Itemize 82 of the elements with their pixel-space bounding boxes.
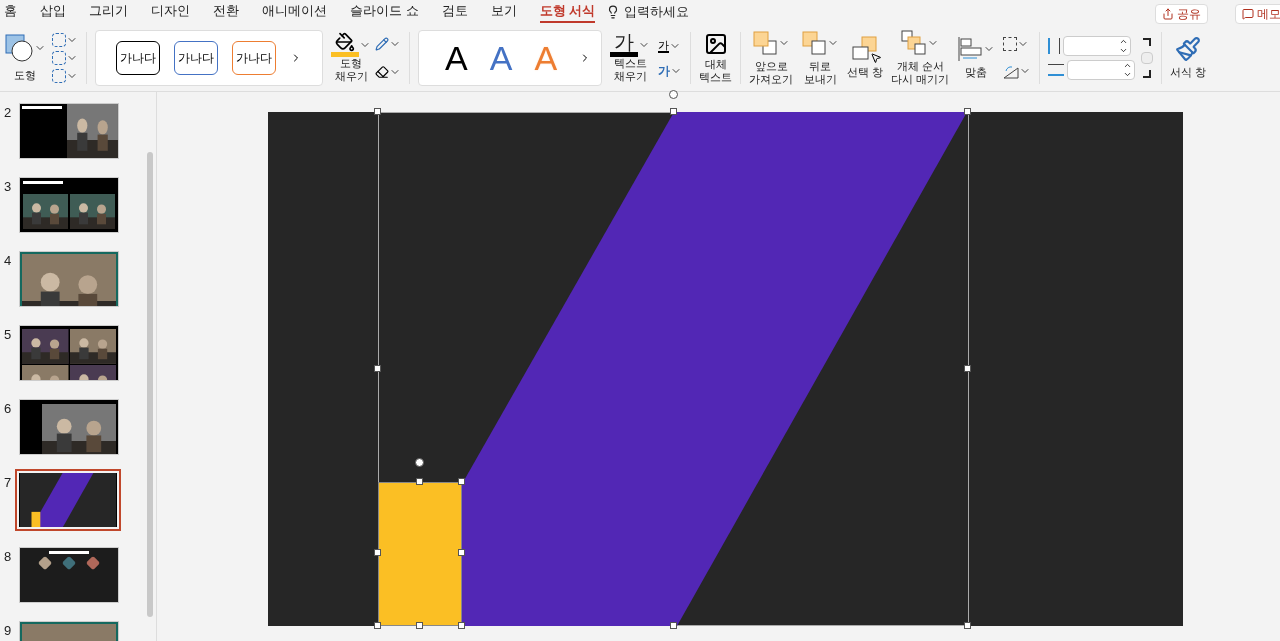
text-fill-label: 텍스트 채우기 bbox=[613, 57, 647, 83]
shape-tool-icon[interactable] bbox=[52, 50, 66, 65]
format-pane-icon[interactable] bbox=[1175, 36, 1202, 62]
ribbon-tab[interactable]: 애니메이션 bbox=[262, 1, 327, 23]
send-backward-icon[interactable] bbox=[801, 29, 828, 56]
comment-icon bbox=[1242, 8, 1254, 20]
slide-number: 7 bbox=[3, 474, 13, 492]
resize-handle[interactable] bbox=[964, 365, 971, 372]
text-effects-glyph[interactable]: 가 bbox=[658, 64, 671, 77]
slide-number: 9 bbox=[3, 622, 13, 640]
group-icon[interactable] bbox=[1003, 36, 1018, 51]
resize-handle[interactable] bbox=[458, 478, 465, 485]
slide-number: 2 bbox=[3, 104, 13, 122]
slide-number: 8 bbox=[3, 548, 13, 566]
wordart-style[interactable]: A bbox=[489, 40, 513, 75]
ribbon-tab[interactable]: 디자인 bbox=[151, 1, 190, 23]
resize-handle[interactable] bbox=[374, 549, 381, 556]
slide-number: 6 bbox=[3, 400, 13, 418]
shape-style[interactable]: 가나다 bbox=[116, 40, 160, 75]
resize-handle[interactable] bbox=[416, 622, 423, 629]
format-pane-label: 서식 창 bbox=[1170, 66, 1207, 79]
shapes-label: 도형 bbox=[14, 69, 36, 82]
bring-forward-icon[interactable] bbox=[752, 29, 779, 56]
ribbon-tab[interactable]: 검토 bbox=[441, 1, 468, 23]
resize-handle[interactable] bbox=[670, 108, 677, 115]
resize-handle[interactable] bbox=[458, 549, 465, 556]
resize-handle[interactable] bbox=[374, 622, 381, 629]
eraser-icon[interactable] bbox=[375, 64, 389, 79]
width-icon bbox=[1048, 63, 1065, 76]
title-bar bbox=[49, 551, 89, 554]
pencil-icon[interactable] bbox=[375, 36, 389, 51]
rotate-handle[interactable] bbox=[669, 90, 678, 99]
rotate-handle[interactable] bbox=[415, 458, 424, 467]
resize-handle[interactable] bbox=[374, 365, 381, 372]
resize-handle[interactable] bbox=[416, 478, 423, 485]
scrollbar-thumb[interactable] bbox=[147, 152, 153, 617]
shape-tool-icon[interactable] bbox=[52, 68, 66, 83]
resize-handle[interactable] bbox=[374, 108, 381, 115]
title-bar bbox=[22, 106, 62, 109]
arrange-label: 뒤로 보내기 bbox=[803, 59, 837, 86]
text-outline-glyph[interactable]: 가 bbox=[658, 38, 670, 53]
shape-fill-label: 도형 채우기 bbox=[334, 57, 368, 83]
pointer-icon bbox=[870, 52, 883, 64]
arrange-label: 앞으로 가져오기 bbox=[749, 59, 794, 86]
share-icon bbox=[1162, 8, 1174, 20]
reorder-icon[interactable] bbox=[901, 29, 928, 56]
arrange-label: 맞춤 bbox=[965, 66, 988, 79]
tell-me-field[interactable]: 입력하세요 bbox=[624, 2, 715, 22]
share-button[interactable]: 공유 bbox=[1155, 4, 1208, 24]
resize-handle[interactable] bbox=[964, 622, 971, 629]
lock-ratio-checkbox[interactable] bbox=[1141, 51, 1154, 64]
height-icon bbox=[1048, 37, 1061, 54]
width-field[interactable] bbox=[1067, 59, 1136, 80]
shape-tool-icon[interactable] bbox=[52, 32, 66, 47]
text-fill-glyph[interactable]: 가 bbox=[614, 32, 635, 52]
align-icon[interactable] bbox=[957, 36, 984, 62]
shape-style[interactable]: 가나다 bbox=[174, 40, 218, 75]
shapes-icon[interactable] bbox=[4, 33, 34, 63]
slide-number: 3 bbox=[3, 178, 13, 196]
wordart-style[interactable]: A bbox=[445, 40, 468, 75]
ribbon-tab[interactable]: 삽입 bbox=[40, 1, 66, 23]
shape-style[interactable]: 가나다 bbox=[232, 40, 276, 75]
paint-bucket-icon[interactable] bbox=[335, 32, 355, 52]
arrange-label: 선택 창 bbox=[847, 66, 884, 79]
height-field[interactable] bbox=[1063, 35, 1132, 56]
alt-text-label: 대체 텍스트 bbox=[699, 57, 733, 84]
ribbon-tab[interactable]: 보기 bbox=[490, 1, 517, 23]
slide-number: 4 bbox=[3, 252, 13, 270]
lock-ratio-corner bbox=[1143, 69, 1152, 78]
slide-number: 5 bbox=[3, 326, 13, 344]
resize-handle[interactable] bbox=[458, 622, 465, 629]
resize-handle[interactable] bbox=[670, 622, 677, 629]
resize-handle[interactable] bbox=[964, 108, 971, 115]
selection-pane-icon[interactable] bbox=[852, 36, 879, 62]
ribbon-tab[interactable]: 전환 bbox=[213, 1, 239, 23]
lock-ratio-corner bbox=[1143, 37, 1152, 46]
ribbon-tab[interactable]: 슬라이드 쇼 bbox=[350, 1, 419, 23]
comment-button[interactable]: 메모 bbox=[1235, 4, 1280, 24]
ribbon-tab[interactable]: 홈 bbox=[4, 1, 17, 23]
ribbon-tab[interactable]: 그리기 bbox=[89, 1, 128, 23]
arrange-label: 개체 순서 다시 매기기 bbox=[891, 59, 950, 86]
title-bar bbox=[23, 181, 63, 184]
